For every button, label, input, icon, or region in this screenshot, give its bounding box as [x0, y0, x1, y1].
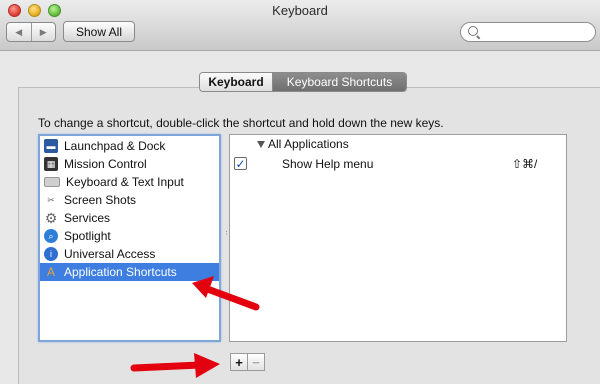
show-all-button[interactable]: Show All — [63, 21, 135, 42]
category-item-services[interactable]: ⚙ Services — [40, 209, 219, 227]
category-label: Universal Access — [64, 247, 156, 261]
shortcut-keys[interactable]: ⇧⌘/ — [512, 157, 537, 171]
category-label: Launchpad & Dock — [64, 139, 166, 153]
category-label: Mission Control — [64, 157, 147, 171]
search-icon — [468, 26, 478, 36]
camera-icon: ✂ — [47, 194, 55, 205]
back-forward-buttons: ◀ ▶ — [6, 22, 56, 42]
category-item-screen-shots[interactable]: ✂ Screen Shots — [40, 191, 219, 209]
mission-control-icon: ▦ — [44, 157, 58, 171]
spotlight-icon: ⌕ — [44, 229, 58, 243]
split-view-divider[interactable] — [222, 230, 231, 240]
gear-icon: ⚙ — [44, 209, 58, 226]
back-button[interactable]: ◀ — [7, 23, 32, 41]
launchpad-dock-icon: ▬ — [44, 139, 58, 153]
annotation-arrow-icon — [192, 276, 260, 311]
category-item-mission-control[interactable]: ▦ Mission Control — [40, 155, 219, 173]
category-label: Spotlight — [64, 229, 111, 243]
category-label: Screen Shots — [64, 193, 137, 207]
show-help-menu-checkbox[interactable]: ✓ — [234, 157, 247, 171]
annotation-arrow-icon — [130, 353, 220, 378]
title-bar: Keyboard ◀ ▶ Show All — [0, 0, 600, 51]
disclosure-triangle-icon[interactable] — [257, 140, 265, 148]
all-applications-group[interactable]: All Applications — [257, 137, 349, 151]
add-remove-buttons: + − — [230, 353, 265, 371]
instructions-text: To change a shortcut, double-click the s… — [38, 116, 444, 130]
keyboard-icon — [44, 177, 60, 187]
category-item-launchpad-dock[interactable]: ▬ Launchpad & Dock — [40, 137, 219, 155]
forward-button[interactable]: ▶ — [32, 23, 56, 41]
category-label: Keyboard & Text Input — [66, 175, 184, 189]
add-shortcut-button[interactable]: + — [231, 354, 248, 370]
category-label: Application Shortcuts — [64, 265, 177, 279]
shortcut-label[interactable]: Show Help menu — [282, 157, 373, 171]
tab-keyboard[interactable]: Keyboard — [200, 73, 273, 91]
category-item-keyboard-text-input[interactable]: Keyboard & Text Input — [40, 173, 219, 191]
group-label: All Applications — [268, 137, 349, 151]
remove-shortcut-button[interactable]: − — [248, 354, 264, 370]
category-label: Services — [64, 211, 111, 225]
tab-keyboard-shortcuts[interactable]: Keyboard Shortcuts — [273, 73, 406, 91]
window-title: Keyboard — [272, 3, 328, 18]
category-item-spotlight[interactable]: ⌕ Spotlight — [40, 227, 219, 245]
preferences-window: Keyboard ◀ ▶ Show All Keyboard Keyboard … — [0, 0, 600, 384]
category-item-universal-access[interactable]: i Universal Access — [40, 245, 219, 263]
tab-bar: Keyboard Keyboard Shortcuts — [199, 72, 407, 92]
universal-access-icon: i — [44, 247, 58, 261]
application-shortcuts-icon: A — [46, 265, 55, 279]
search-field[interactable] — [460, 22, 596, 42]
